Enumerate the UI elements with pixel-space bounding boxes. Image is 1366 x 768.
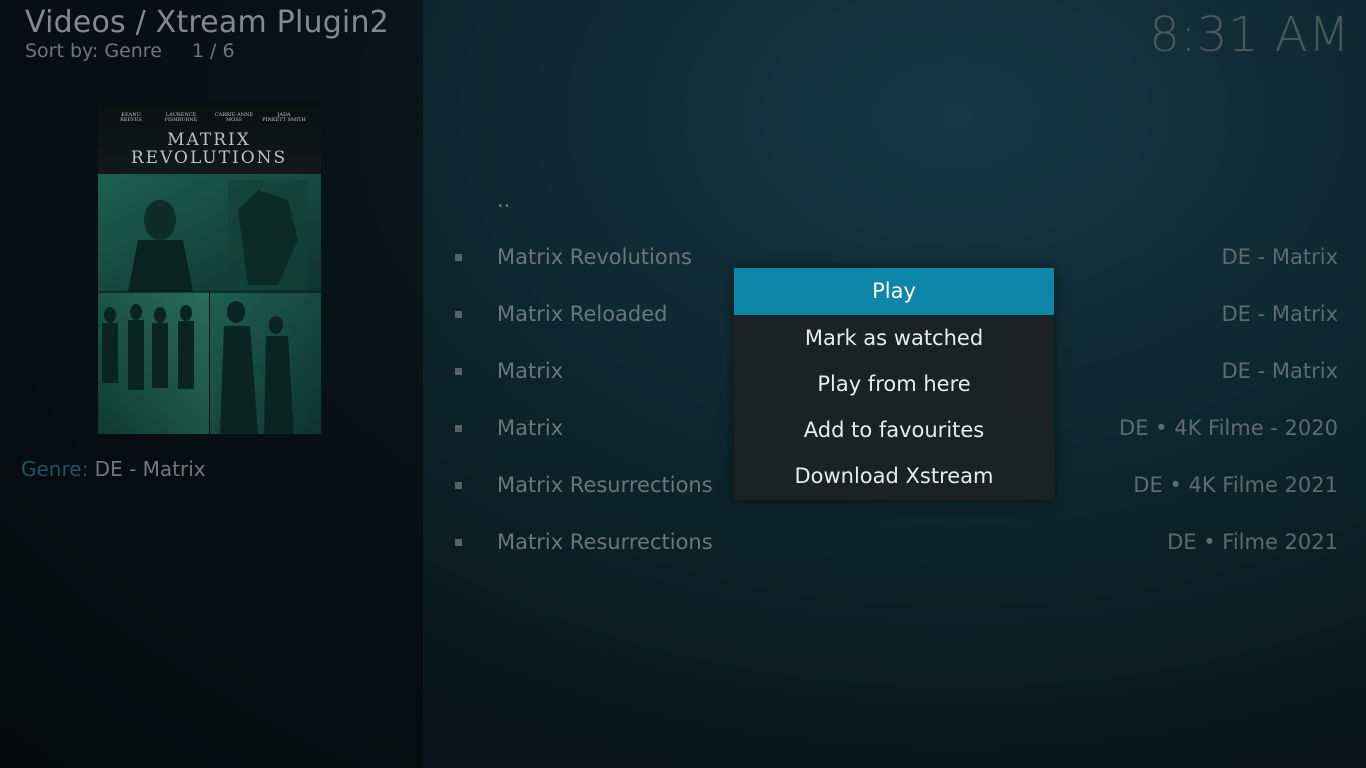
menu-item-add-favourites[interactable]: Add to favourites xyxy=(734,407,1054,453)
kodi-screen: Videos / Xtream Plugin2 Sort by: Genre 1 … xyxy=(0,0,1366,768)
header: Videos / Xtream Plugin2 Sort by: Genre 1 … xyxy=(25,4,389,62)
bullet-icon xyxy=(455,254,462,261)
bullet-icon xyxy=(455,368,462,375)
page-title: Videos / Xtream Plugin2 xyxy=(25,5,389,40)
sort-label: Sort by: Genre xyxy=(25,40,162,62)
svg-text:REEVES: REEVES xyxy=(120,117,142,123)
list-item-title: Matrix Resurrections xyxy=(497,530,713,554)
bullet-icon xyxy=(455,425,462,432)
genre-value: DE - Matrix xyxy=(94,457,206,481)
sort-info: Sort by: Genre 1 / 6 xyxy=(25,40,389,62)
bullet-icon xyxy=(455,311,462,318)
list-item-title: Matrix Resurrections xyxy=(497,473,713,497)
bullet-icon xyxy=(455,539,462,546)
list-item-title: Matrix xyxy=(497,359,564,383)
svg-text:FISHBURNE: FISHBURNE xyxy=(165,117,198,123)
list-item-info: DE • 4K Filme 2021 xyxy=(1133,473,1338,497)
list-item-title: .. xyxy=(497,188,511,212)
menu-item-download[interactable]: Download Xstream xyxy=(734,453,1054,499)
menu-item-play-from-here[interactable]: Play from here xyxy=(734,361,1054,407)
item-position: 1 / 6 xyxy=(191,40,235,62)
list-item-title: Matrix Reloaded xyxy=(497,302,668,326)
svg-text:MOSS: MOSS xyxy=(226,117,243,123)
poster-title-line1: MATRIX xyxy=(167,130,251,150)
svg-text:PINKETT SMITH: PINKETT SMITH xyxy=(262,117,306,123)
list-item[interactable]: Matrix Resurrections DE • Filme 2021 xyxy=(440,514,1350,571)
menu-item-play[interactable]: Play xyxy=(734,268,1054,315)
list-item-info: DE • 4K Filme - 2020 xyxy=(1119,416,1338,440)
genre-label: Genre: xyxy=(21,457,95,481)
bullet-icon xyxy=(455,482,462,489)
list-item-title: Matrix Revolutions xyxy=(497,245,692,269)
context-menu: Play Mark as watched Play from here Add … xyxy=(734,268,1054,500)
list-item-parent[interactable]: .. xyxy=(440,172,1350,229)
list-item-info: DE - Matrix xyxy=(1221,359,1338,383)
movie-poster: KEANU REEVES LAURENCE FISHBURNE CARRIE-ANN… xyxy=(98,100,321,434)
genre-info: Genre: DE - Matrix xyxy=(21,457,206,481)
clock: 8:31 AM xyxy=(1149,7,1350,63)
poster-title-line2: REVOLUTIONS xyxy=(131,148,287,168)
list-item-info: DE - Matrix xyxy=(1221,302,1338,326)
list-item-info: DE • Filme 2021 xyxy=(1167,530,1338,554)
list-item-info: DE - Matrix xyxy=(1221,245,1338,269)
poster-art: KEANUREEVES LAURENCEFISHBURNE CARRIE-ANN… xyxy=(98,100,321,434)
list-item-title: Matrix xyxy=(497,416,564,440)
menu-item-mark-watched[interactable]: Mark as watched xyxy=(734,315,1054,361)
